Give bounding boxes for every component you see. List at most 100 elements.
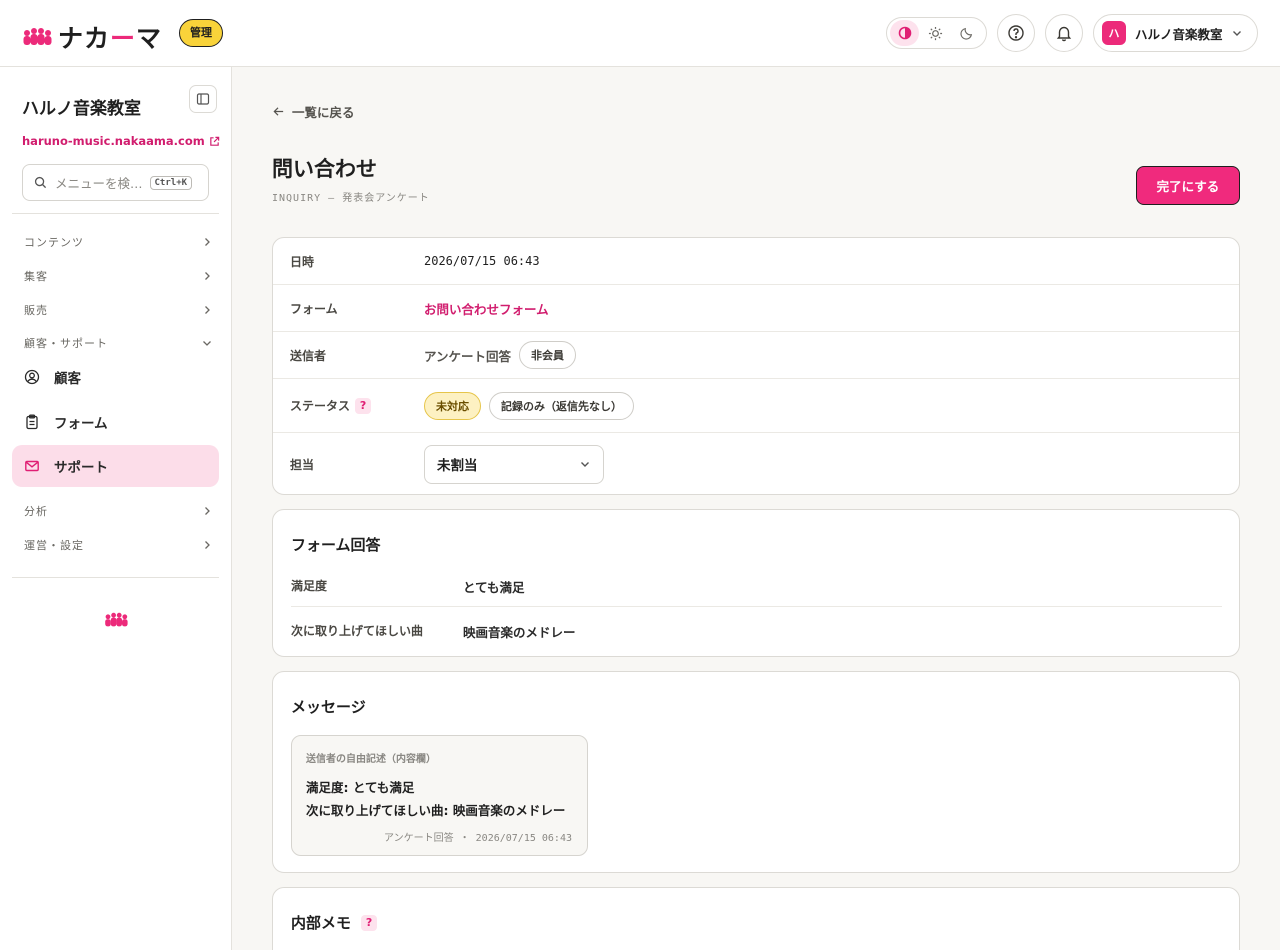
detail-label: 送信者 [290, 348, 327, 363]
form-answers-card: フォーム回答 満足度 とても満足 次に取り上げてほしい曲 映画音楽のメドレー [272, 509, 1240, 657]
sidebar-group-marketing[interactable]: 集客 [24, 266, 212, 286]
site-url-text: haruno-music.nakaama.com [22, 134, 205, 148]
assignee-value: 未割当 [437, 458, 478, 474]
memo-title-group: 内部メモ ? [291, 912, 378, 933]
detail-row-status: ステータス ? 未対応 記録のみ（返信先なし） [273, 379, 1239, 433]
detail-row-datetime: 日時 2026/07/15 06:43 [273, 238, 1239, 285]
chevron-down-icon [1232, 31, 1241, 36]
footer-logo [103, 612, 129, 632]
sender-value-group: アンケート回答 非会員 [424, 341, 577, 369]
sidebar-item-label: 顧客 [54, 371, 81, 387]
status-value-group: 未対応 記録のみ（返信先なし） [424, 391, 634, 420]
detail-row-assignee: 担当 未割当 [273, 433, 1239, 495]
site-url-link[interactable]: haruno-music.nakaama.com [22, 134, 220, 148]
sidebar-item-forms[interactable]: フォーム [12, 401, 219, 443]
section-title: メッセージ [291, 698, 366, 716]
page-title: 問い合わせ [272, 157, 377, 181]
help-tooltip-icon[interactable]: ? [355, 397, 372, 414]
chevron-right-icon [205, 272, 210, 280]
detail-label: ステータス [290, 399, 351, 413]
sidebar-group-customer-support[interactable]: 顧客・サポート [24, 333, 212, 353]
chevron-right-icon [205, 507, 210, 515]
group-label: 顧客・サポート [24, 337, 108, 350]
internal-memo-card: 内部メモ ? [272, 887, 1240, 950]
chevron-right-icon [205, 306, 210, 314]
chevron-down-icon [203, 341, 211, 346]
help-icon [1008, 25, 1024, 41]
assignee-value-group: 未割当 [424, 444, 604, 484]
sidebar-item-support[interactable]: サポート [12, 445, 219, 487]
message-bubble: 送信者の自由記述（内容欄） 満足度: とても満足 次に取り上げてほしい曲: 映画… [291, 735, 588, 856]
detail-label: 日時 [290, 254, 315, 269]
sidebar-item-customers[interactable]: 顧客 [12, 356, 219, 398]
sidebar-toggle-icon [196, 93, 210, 105]
message-caption: 送信者の自由記述（内容欄） [306, 754, 436, 765]
menu-search-input[interactable]: メニューを検… Ctrl+K [22, 164, 209, 201]
inquiry-details-card: 日時 2026/07/15 06:43 フォーム お問い合わせフォーム 送信者 … [272, 237, 1240, 495]
sidebar-group-operations[interactable]: 運営・設定 [24, 535, 212, 555]
sender-value: アンケート回答 [424, 348, 512, 364]
message-line: 満足度: とても満足 [306, 780, 415, 795]
clipboard-icon [26, 414, 38, 430]
group-label: コンテンツ [24, 236, 84, 249]
search-placeholder: メニューを検… [55, 176, 143, 191]
detail-label: フォーム [290, 301, 338, 316]
help-button[interactable] [997, 14, 1035, 52]
theme-dark-button[interactable] [952, 20, 981, 46]
chevron-right-icon [205, 541, 210, 549]
group-label: 分析 [24, 505, 48, 518]
sidebar-item-label: フォーム [54, 416, 108, 432]
answer-key: 満足度 [291, 579, 328, 593]
detail-row-sender: 送信者 アンケート回答 非会員 [273, 332, 1239, 379]
answer-key: 次に取り上げてほしい曲 [291, 624, 424, 638]
user-circle-icon [24, 369, 40, 385]
chevron-right-icon [205, 238, 210, 246]
back-label: 一覧に戻る [292, 105, 355, 120]
sidebar-divider [12, 213, 219, 214]
sidebar-group-sales[interactable]: 販売 [24, 300, 212, 320]
chevron-down-icon [581, 462, 589, 467]
answer-divider [291, 606, 1222, 607]
message-meta: アンケート回答 ・ 2026/07/15 06:43 [384, 833, 572, 844]
non-member-badge: 非会員 [519, 341, 577, 369]
help-tooltip-icon[interactable]: ? [361, 914, 378, 931]
theme-light-button[interactable] [921, 20, 950, 46]
sidebar-collapse-button[interactable] [189, 85, 217, 113]
people-logo-icon [23, 28, 52, 45]
status-badge-record-only: 記録のみ（返信先なし） [489, 391, 634, 420]
school-switcher[interactable]: ハ ハルノ音楽教室 [1093, 14, 1258, 52]
arrow-left-icon [273, 107, 284, 116]
notifications-button[interactable] [1045, 14, 1083, 52]
mark-complete-button[interactable]: 完了にする [1136, 166, 1240, 205]
sidebar-group-contents[interactable]: コンテンツ [24, 232, 212, 252]
back-to-list-link[interactable]: 一覧に戻る [272, 102, 355, 121]
bell-icon [1056, 26, 1072, 41]
top-bar: ナカーマ 管理 ハ ハルノ音楽教室 [0, 0, 1280, 67]
section-title: フォーム回答 [291, 536, 381, 554]
group-label: 販売 [24, 304, 48, 317]
search-icon [34, 176, 47, 189]
form-link[interactable]: お問い合わせフォーム [424, 299, 549, 318]
contrast-icon [898, 26, 911, 40]
page-subtitle: INQUIRY — 発表会アンケート [272, 193, 430, 204]
external-link-icon [209, 136, 219, 146]
status-label-group: ステータス ? [290, 397, 372, 414]
assignee-select[interactable]: 未割当 [424, 444, 604, 484]
sun-icon [928, 26, 943, 40]
theme-auto-button[interactable] [890, 20, 919, 46]
datetime-value: 2026/07/15 06:43 [424, 254, 540, 268]
sidebar-divider [12, 577, 219, 578]
group-label: 運営・設定 [24, 539, 84, 552]
sidebar-item-label: サポート [54, 460, 108, 476]
mail-icon [25, 460, 39, 472]
message-line: 次に取り上げてほしい曲: 映画音楽のメドレー [306, 803, 566, 818]
group-label: 集客 [24, 270, 48, 283]
app-logo[interactable]: ナカーマ [22, 19, 162, 55]
detail-label: 担当 [290, 457, 315, 472]
sidebar-group-analytics[interactable]: 分析 [24, 501, 212, 521]
people-logo-icon [105, 612, 128, 627]
school-name: ハルノ音楽教室 [1135, 26, 1223, 42]
search-shortcut: Ctrl+K [149, 175, 193, 190]
section-title: 内部メモ [291, 914, 352, 932]
status-badge-unhandled[interactable]: 未対応 [424, 391, 481, 420]
